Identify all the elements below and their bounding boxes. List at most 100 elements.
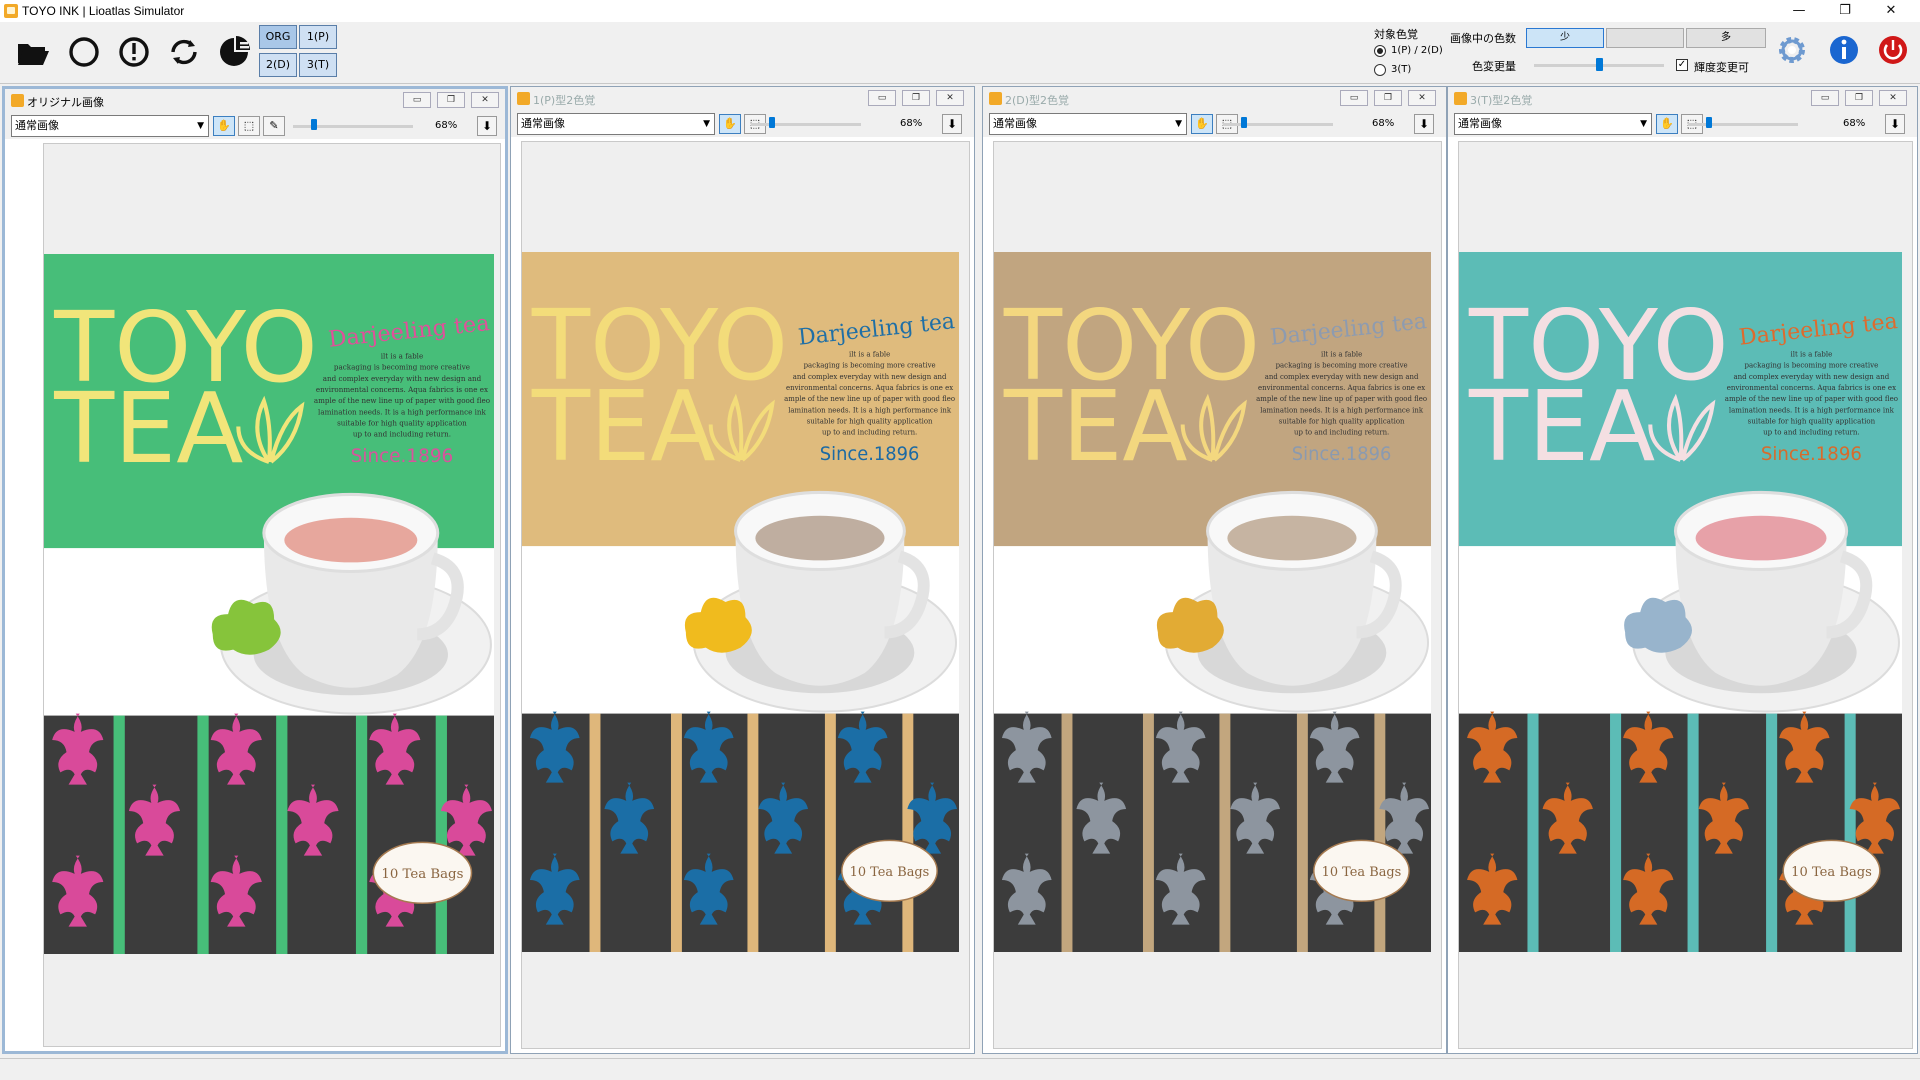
maximize-button[interactable]: ❐ <box>1822 0 1868 22</box>
gear-icon[interactable] <box>1772 30 1812 70</box>
image-canvas[interactable]: TOYO TEA Darjeeling tea ilt is a fable packa… <box>521 141 970 1049</box>
colors-mid-button[interactable] <box>1606 28 1684 48</box>
tea-text: TEA <box>1003 370 1188 483</box>
tea-liquid <box>755 515 885 561</box>
body-copy-line: and complex everyday with new design and <box>1265 372 1419 381</box>
zoom-slider[interactable] <box>1706 117 1712 128</box>
brightness-checkbox[interactable]: ✓ <box>1676 59 1688 71</box>
eyedropper-icon[interactable]: ✎ <box>263 116 285 136</box>
panel-close-button[interactable]: ✕ <box>1879 90 1907 106</box>
body-copy-line: up to and including return. <box>822 428 917 437</box>
display-mode-select[interactable]: 通常画像 ▼ <box>1454 113 1652 135</box>
simulation-panel-3: 3(T)型2色覚 ▭ ❐ ✕ 通常画像▼ ✋ ⬚ 68% ⬇ TOYOTEADa… <box>1447 86 1918 1054</box>
body-copy-line: environmental concerns. Aqua fabrics is … <box>316 385 488 394</box>
brightness-label: 輝度変更可 <box>1694 61 1749 74</box>
colors-many-button[interactable]: 多 <box>1686 28 1766 48</box>
minimize-button[interactable]: — <box>1776 0 1822 22</box>
download-icon[interactable]: ⬇ <box>942 114 962 134</box>
panel-close-button[interactable]: ✕ <box>1408 90 1436 106</box>
zoom-slider[interactable] <box>311 119 317 130</box>
download-icon[interactable]: ⬇ <box>1885 114 1905 134</box>
tea-liquid <box>1695 515 1827 561</box>
panel-toolbar: 通常画像▼ ✋ ⬚ 68% ⬇ <box>511 111 974 137</box>
mode-3t-button[interactable]: 3(T) <box>299 53 337 77</box>
target-option-pd: 1(P) / 2(D) <box>1391 45 1443 56</box>
panel-close-button[interactable]: ✕ <box>471 92 499 108</box>
chevron-down-icon: ▼ <box>1640 119 1647 129</box>
body-copy-line: and complex everyday with new design and <box>793 372 947 381</box>
hand-tool-icon[interactable]: ✋ <box>213 116 235 136</box>
body-copy-line: ilt is a fable <box>1790 349 1832 358</box>
open-folder-icon[interactable] <box>13 32 53 72</box>
panel-maximize-button[interactable]: ❐ <box>1845 90 1873 106</box>
body-copy-line: ample of the new line up of paper with g… <box>1256 394 1427 403</box>
since-text: Since.1896 <box>1761 444 1862 465</box>
mode-2d-button[interactable]: 2(D) <box>259 53 297 77</box>
mode-org-button[interactable]: ORG <box>259 25 297 49</box>
body-copy-line: up to and including return. <box>353 430 451 439</box>
since-text: Since.1896 <box>820 444 920 465</box>
change-amount-slider[interactable] <box>1595 58 1603 71</box>
panel-minimize-button[interactable]: ▭ <box>1811 90 1839 106</box>
body-copy-line: packaging is becoming more creative <box>334 363 470 372</box>
tea-bags-text: 10 Tea Bags <box>381 867 463 882</box>
colors-few-button[interactable]: 少 <box>1526 28 1604 48</box>
mode-1p-button[interactable]: 1(P) <box>299 25 337 49</box>
zoom-slider[interactable] <box>1241 117 1247 128</box>
panel-image-icon <box>989 92 1002 105</box>
panel-image-icon <box>1454 92 1467 105</box>
download-icon[interactable]: ⬇ <box>1414 114 1434 134</box>
tea-liquid <box>1227 515 1357 561</box>
panel-header: オリジナル画像 ▭ ❐ ✕ <box>5 89 505 113</box>
info-icon[interactable] <box>1824 30 1864 70</box>
image-canvas[interactable]: TOYO TEA Darjeeling tea ilt is a fable packa… <box>993 141 1442 1049</box>
body-copy-line: ilt is a fable <box>381 352 424 361</box>
hand-tool-icon[interactable]: ✋ <box>719 114 741 134</box>
tea-bags-text: 10 Tea Bags <box>1322 865 1402 880</box>
circle-icon[interactable] <box>64 32 104 72</box>
zoom-slider[interactable] <box>769 117 775 128</box>
body-copy-line: lamination needs. It is a high performan… <box>1260 405 1424 414</box>
panel-maximize-button[interactable]: ❐ <box>1374 90 1402 106</box>
body-copy-line: suitable for high quality application <box>1748 416 1876 425</box>
panel-header: 1(P)型2色覚 ▭ ❐ ✕ <box>511 87 974 111</box>
power-icon[interactable] <box>1873 30 1913 70</box>
download-icon[interactable]: ⬇ <box>477 116 497 136</box>
image-canvas[interactable]: TOYO TEA Darjeeling tea ilt is a fable packa… <box>43 143 501 1047</box>
panel-close-button[interactable]: ✕ <box>936 90 964 106</box>
pattern-band <box>1459 713 1902 952</box>
simulation-panel-1: 1(P)型2色覚 ▭ ❐ ✕ 通常画像▼ ✋ ⬚ 68% ⬇ TOYOTEADa… <box>510 86 975 1054</box>
panel-maximize-button[interactable]: ❐ <box>902 90 930 106</box>
hand-tool-icon[interactable]: ✋ <box>1656 114 1678 134</box>
pattern-stripe <box>276 715 288 954</box>
tea-package-artwork: TOYOTEADarjeeling teailt is a fablepacka… <box>44 254 494 954</box>
select-rect-icon[interactable]: ⬚ <box>238 116 260 136</box>
panel-minimize-button[interactable]: ▭ <box>868 90 896 106</box>
pattern-band <box>44 715 494 954</box>
target-radio-pd[interactable] <box>1374 45 1386 57</box>
body-copy-line: lamination needs. It is a high performan… <box>788 405 952 414</box>
close-button[interactable]: ✕ <box>1868 0 1914 22</box>
display-mode-select[interactable]: 通常画像 ▼ <box>517 113 715 135</box>
display-mode-select[interactable]: 通常画像 ▼ <box>11 115 209 137</box>
tea-package-artwork: TOYOTEADarjeeling teailt is a fablepacka… <box>994 252 1431 952</box>
alert-icon[interactable] <box>114 32 154 72</box>
pie-icon[interactable] <box>214 32 254 72</box>
display-mode-select[interactable]: 通常画像 ▼ <box>989 113 1187 135</box>
chevron-down-icon: ▼ <box>703 119 710 129</box>
zoom-percent: 68% <box>435 120 458 131</box>
image-canvas[interactable]: TOYO TEA Darjeeling tea ilt is a fable packa… <box>1458 141 1913 1049</box>
hand-tool-icon[interactable]: ✋ <box>1191 114 1213 134</box>
pattern-stripe <box>113 715 125 954</box>
panel-maximize-button[interactable]: ❐ <box>437 92 465 108</box>
body-copy-line: lamination needs. It is a high performan… <box>318 407 487 416</box>
refresh-icon[interactable] <box>164 32 204 72</box>
zoom-percent: 68% <box>1843 118 1866 129</box>
panel-minimize-button[interactable]: ▭ <box>403 92 431 108</box>
change-amount-label: 色変更量 <box>1472 60 1516 73</box>
panel-minimize-button[interactable]: ▭ <box>1340 90 1368 106</box>
display-mode-value: 通常画像 <box>521 117 565 130</box>
zoom-percent: 68% <box>900 118 923 129</box>
pattern-stripe <box>1061 713 1073 952</box>
target-radio-t[interactable] <box>1374 64 1386 76</box>
